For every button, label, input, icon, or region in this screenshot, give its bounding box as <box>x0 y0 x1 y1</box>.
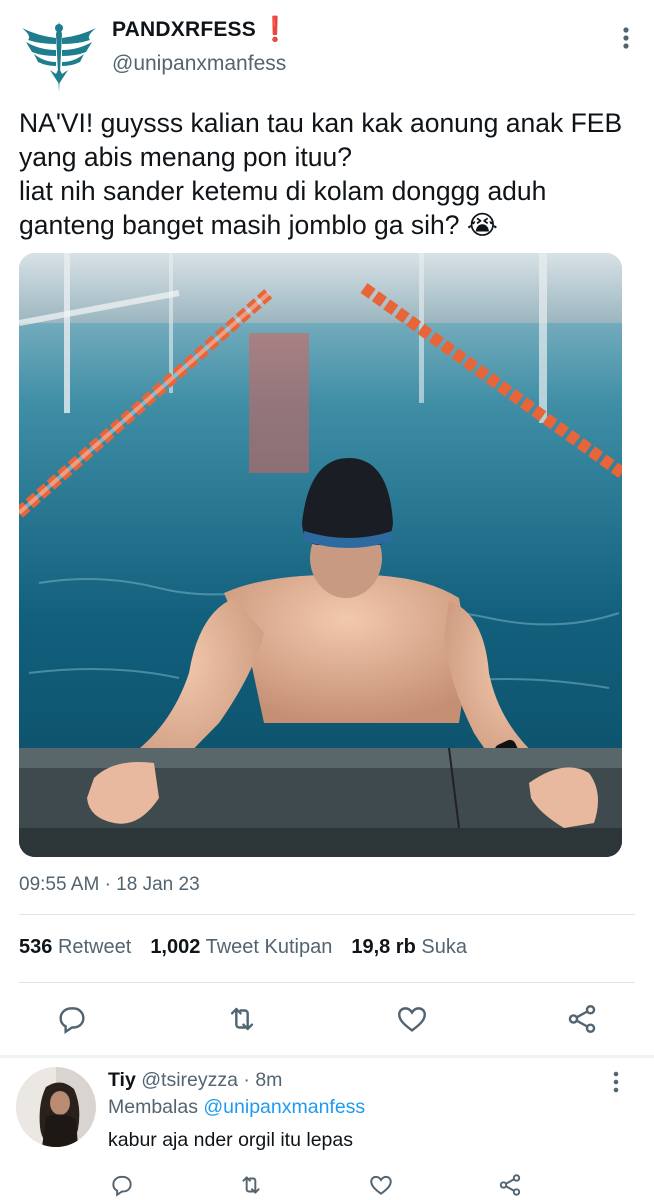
reply-icon[interactable] <box>55 1002 89 1036</box>
divider <box>19 914 635 915</box>
reply-avatar[interactable] <box>16 1067 96 1147</box>
banshee-logo-icon <box>22 22 96 92</box>
retweet-icon[interactable] <box>238 1172 264 1198</box>
dot-separator: · <box>243 1069 250 1091</box>
tweet-action-bar <box>0 998 654 1042</box>
swimmer-photo-icon <box>19 253 622 857</box>
more-options-icon[interactable] <box>622 26 630 50</box>
divider <box>19 982 635 983</box>
exclamation-badge-icon: ❗ <box>259 16 290 43</box>
reply-icon[interactable] <box>109 1172 135 1198</box>
reply-author-handle[interactable]: @tsireyzza <box>141 1069 238 1091</box>
dot-separator: · <box>104 874 111 895</box>
author-handle[interactable]: @unipanxmanfess <box>112 52 286 76</box>
section-separator <box>0 1055 654 1058</box>
replying-label: Membalas <box>108 1096 198 1118</box>
reply-age: 8m <box>255 1069 283 1091</box>
reply-action-bar <box>0 1168 654 1200</box>
replying-mention-link[interactable]: @unipanxmanfess <box>203 1096 365 1118</box>
retweets-stat[interactable]: 536 Retweet <box>19 936 131 959</box>
tweet-time: 09:55 AM <box>19 874 100 895</box>
quotes-stat[interactable]: 1,002 Tweet Kutipan <box>150 936 332 959</box>
user-avatar-icon <box>16 1067 96 1147</box>
replying-to-line: Membalas @unipanxmanfess <box>108 1096 365 1119</box>
tweet-timestamp[interactable]: 09:55 AM · 18 Jan 23 <box>19 874 200 896</box>
tweet-date: 18 Jan 23 <box>116 874 200 895</box>
reply-text: kabur aja nder orgil itu lepas <box>108 1129 353 1151</box>
reply-header[interactable]: Tiy @tsireyzza · 8m <box>108 1069 282 1092</box>
share-icon[interactable] <box>565 1002 599 1036</box>
tweet-text: NA'VI! guysss kalian tau kan kak aonung … <box>19 108 623 240</box>
reply-more-options-icon[interactable] <box>612 1071 620 1093</box>
author-display-name[interactable]: PANDXRFESS <box>112 18 256 42</box>
engagement-stats: 536 Retweet 1,002 Tweet Kutipan 19,8 rb … <box>19 936 467 959</box>
account-avatar[interactable] <box>18 14 100 96</box>
author-name-row[interactable]: PANDXRFESS ❗ <box>112 18 290 42</box>
share-icon[interactable] <box>497 1172 523 1198</box>
like-icon[interactable] <box>395 1002 429 1036</box>
like-icon[interactable] <box>368 1172 394 1198</box>
tweet-media-photo[interactable] <box>19 253 622 857</box>
reply-author-name[interactable]: Tiy <box>108 1069 136 1091</box>
retweet-icon[interactable] <box>225 1002 259 1036</box>
likes-stat[interactable]: 19,8 rb Suka <box>351 936 467 959</box>
